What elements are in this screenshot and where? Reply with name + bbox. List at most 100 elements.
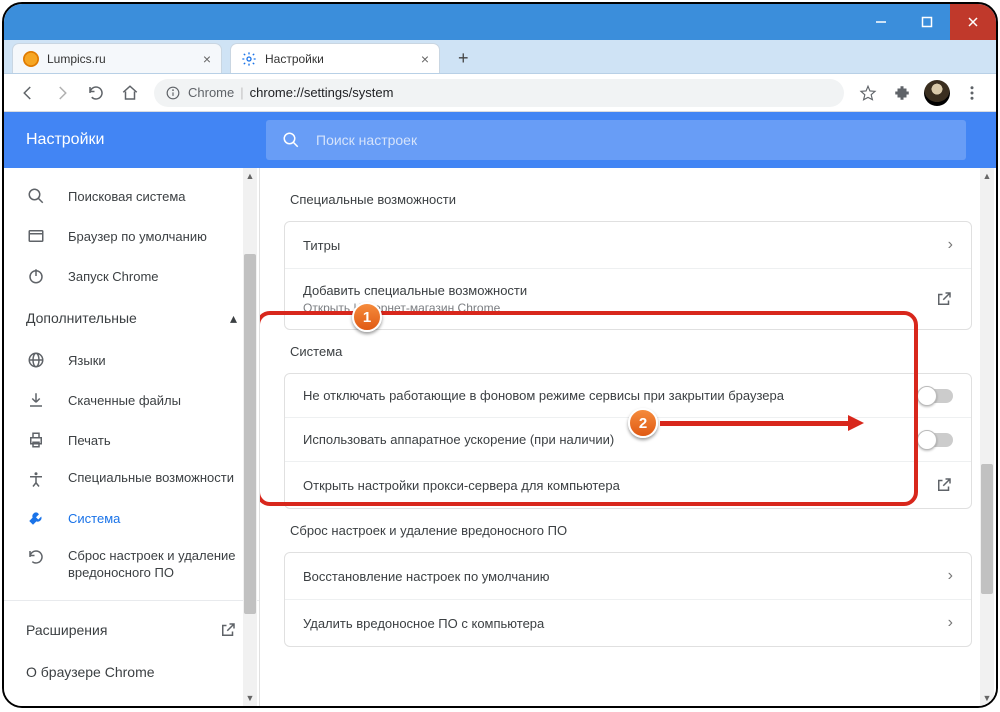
sidebar-item-default-browser[interactable]: Браузер по умолчанию xyxy=(4,216,259,256)
tab-title: Lumpics.ru xyxy=(47,52,197,66)
section-title-system: Система xyxy=(284,330,972,373)
sidebar-item-on-startup[interactable]: Запуск Chrome xyxy=(4,256,259,296)
section-title-accessibility: Специальные возможности xyxy=(284,178,972,221)
sidebar-item-languages[interactable]: Языки xyxy=(4,340,259,380)
tab-close-icon[interactable]: × xyxy=(421,51,429,67)
sidebar-label: Скаченные файлы xyxy=(68,393,181,408)
sidebar-link-about[interactable]: О браузере Chrome xyxy=(4,651,259,693)
row-background-apps[interactable]: Не отключать работающие в фоновом режиме… xyxy=(285,374,971,417)
row-label: Восстановление настроек по умолчанию xyxy=(303,569,550,584)
row-label: Титры xyxy=(303,238,340,253)
row-label: Добавить специальные возможности xyxy=(303,283,527,298)
star-button[interactable] xyxy=(852,77,884,109)
accessibility-icon xyxy=(26,470,46,488)
omnibox-prefix: Chrome xyxy=(188,85,234,100)
toggle-background-apps[interactable] xyxy=(919,389,953,403)
sidebar-item-reset[interactable]: Сброс настроек и удаление вредоносного П… xyxy=(4,538,259,592)
toggle-hardware-acceleration[interactable] xyxy=(919,433,953,447)
omnibox-url: chrome://settings/system xyxy=(250,85,394,100)
row-restore-defaults[interactable]: Восстановление настроек по умолчанию › xyxy=(285,553,971,599)
minimize-button[interactable] xyxy=(858,4,904,40)
browser-icon xyxy=(26,227,46,245)
new-tab-button[interactable]: + xyxy=(448,44,479,73)
home-button[interactable] xyxy=(114,77,146,109)
tab-lumpics[interactable]: Lumpics.ru × xyxy=(12,43,222,73)
sidebar-link-extensions[interactable]: Расширения xyxy=(4,609,259,651)
wrench-icon xyxy=(26,509,46,527)
sidebar-label: Расширения xyxy=(26,622,107,638)
extensions-button[interactable] xyxy=(886,77,918,109)
tab-settings[interactable]: Настройки × xyxy=(230,43,440,73)
window-titlebar xyxy=(4,4,996,40)
reload-button[interactable] xyxy=(80,77,112,109)
page-title: Настройки xyxy=(26,131,266,149)
menu-button[interactable] xyxy=(956,77,988,109)
sidebar-label: Браузер по умолчанию xyxy=(68,229,207,244)
section-title-reset: Сброс настроек и удаление вредоносного П… xyxy=(284,509,972,552)
chevron-right-icon: › xyxy=(948,614,953,632)
row-hardware-acceleration[interactable]: Использовать аппаратное ускорение (при н… xyxy=(285,417,971,461)
external-link-icon xyxy=(935,476,953,494)
back-button[interactable] xyxy=(12,77,44,109)
row-sublabel: Открыть Интернет-магазин Chrome xyxy=(303,301,527,315)
profile-avatar[interactable] xyxy=(924,80,950,106)
sidebar-item-system[interactable]: Система xyxy=(4,498,259,538)
row-captions[interactable]: Титры › xyxy=(285,222,971,268)
external-link-icon xyxy=(219,621,237,639)
section-reset: Восстановление настроек по умолчанию › У… xyxy=(284,552,972,647)
row-label: Не отключать работающие в фоновом режиме… xyxy=(303,388,784,403)
tab-close-icon[interactable]: × xyxy=(203,51,211,67)
settings-panel: Специальные возможности Титры › Добавить… xyxy=(260,168,996,706)
print-icon xyxy=(26,431,46,449)
sidebar-label: Запуск Chrome xyxy=(68,269,159,284)
sidebar-label: Поисковая система xyxy=(68,189,186,204)
sidebar-label: Языки xyxy=(68,353,106,368)
section-accessibility: Титры › Добавить специальные возможности… xyxy=(284,221,972,330)
sidebar-item-downloads[interactable]: Скаченные файлы xyxy=(4,380,259,420)
sidebar-scrollbar[interactable]: ▲ ▼ xyxy=(243,168,257,706)
row-label: Удалить вредоносное ПО с компьютера xyxy=(303,616,544,631)
sidebar-label: Печать xyxy=(68,433,111,448)
chevron-up-icon: ▴ xyxy=(230,310,237,327)
row-proxy-settings[interactable]: Открыть настройки прокси-сервера для ком… xyxy=(285,461,971,508)
section-system: Не отключать работающие в фоновом режиме… xyxy=(284,373,972,509)
sidebar-label: О браузере Chrome xyxy=(26,664,155,680)
lumpics-favicon xyxy=(23,51,39,67)
sidebar-group-advanced[interactable]: Дополнительные ▴ xyxy=(4,296,259,340)
row-label: Использовать аппаратное ускорение (при н… xyxy=(303,432,614,447)
forward-button[interactable] xyxy=(46,77,78,109)
download-icon xyxy=(26,391,46,409)
sidebar-label: Специальные возможности xyxy=(68,470,234,487)
sidebar-group-label: Дополнительные xyxy=(26,310,137,326)
settings-page: Настройки Поиск настроек Поисковая систе… xyxy=(4,112,996,706)
tab-title: Настройки xyxy=(265,52,415,66)
search-icon xyxy=(26,187,46,205)
row-add-accessibility[interactable]: Добавить специальные возможности Открыть… xyxy=(285,268,971,329)
browser-toolbar: Chrome | chrome://settings/system xyxy=(4,74,996,112)
sidebar-item-search-engine[interactable]: Поисковая система xyxy=(4,176,259,216)
site-info-icon[interactable] xyxy=(166,86,180,100)
panel-scrollbar[interactable]: ▲ ▼ xyxy=(980,168,994,706)
power-icon xyxy=(26,267,46,285)
chevron-right-icon: › xyxy=(948,567,953,585)
search-icon xyxy=(282,131,300,149)
sidebar-item-printing[interactable]: Печать xyxy=(4,420,259,460)
sidebar-label: Система xyxy=(68,511,120,526)
reset-icon xyxy=(26,548,46,566)
settings-search-input[interactable]: Поиск настроек xyxy=(266,120,966,160)
omnibox[interactable]: Chrome | chrome://settings/system xyxy=(154,79,844,107)
tabstrip: Lumpics.ru × Настройки × + xyxy=(4,40,996,74)
settings-topbar: Настройки Поиск настроек xyxy=(4,112,996,168)
close-button[interactable] xyxy=(950,4,996,40)
row-label: Открыть настройки прокси-сервера для ком… xyxy=(303,478,620,493)
external-link-icon xyxy=(935,290,953,308)
row-cleanup-computer[interactable]: Удалить вредоносное ПО с компьютера › xyxy=(285,599,971,646)
settings-favicon xyxy=(241,51,257,67)
search-placeholder: Поиск настроек xyxy=(316,132,417,148)
sidebar-item-accessibility[interactable]: Специальные возможности xyxy=(4,460,259,498)
chevron-right-icon: › xyxy=(948,236,953,254)
maximize-button[interactable] xyxy=(904,4,950,40)
globe-icon xyxy=(26,351,46,369)
sidebar-label: Сброс настроек и удаление вредоносного П… xyxy=(68,548,237,582)
settings-sidebar: Поисковая система Браузер по умолчанию З… xyxy=(4,168,260,706)
